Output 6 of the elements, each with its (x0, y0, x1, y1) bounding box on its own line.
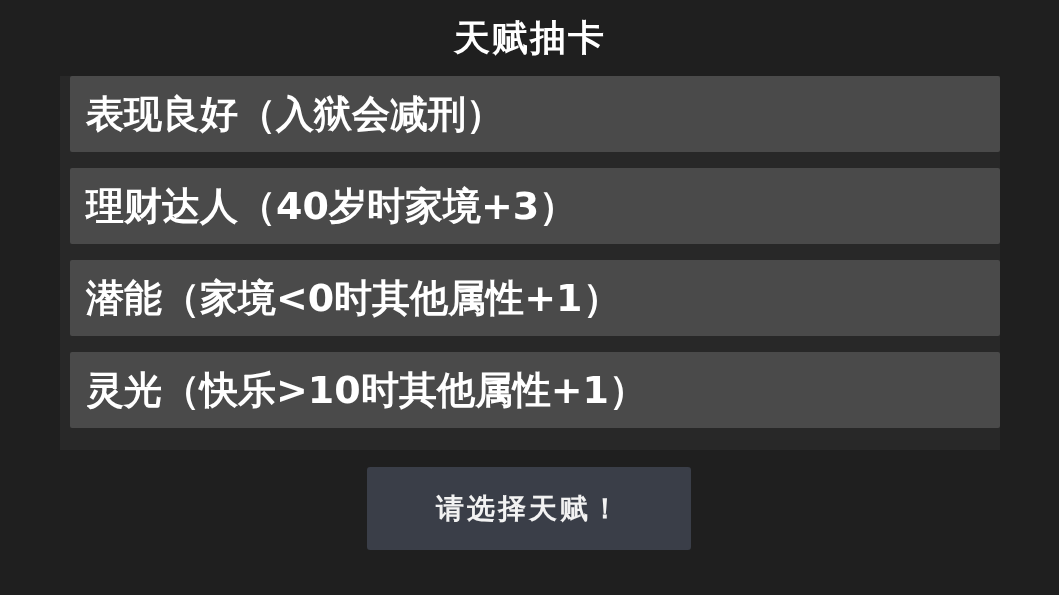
talent-item[interactable]: 灵光（快乐>10时其他属性+1） (70, 352, 1000, 428)
page-title: 天赋抽卡 (453, 15, 606, 60)
choose-talent-button[interactable]: 请选择天赋！ (367, 467, 691, 550)
talent-item[interactable]: 表现良好（入狱会减刑） (70, 76, 1000, 152)
talent-item[interactable]: 潜能（家境<0时其他属性+1） (70, 260, 1000, 336)
talent-item[interactable]: 理财达人（40岁时家境+3） (70, 168, 1000, 244)
